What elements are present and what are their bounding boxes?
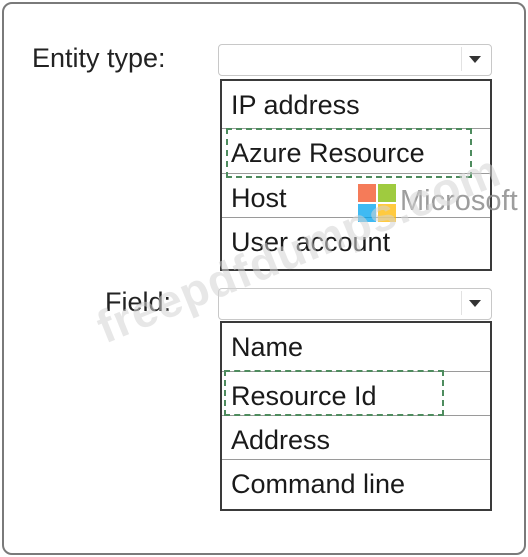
entity-type-dropdown-toggle[interactable]	[461, 47, 488, 71]
field-dropdown-toggle[interactable]	[461, 291, 488, 315]
field-option-address[interactable]: Address	[222, 415, 490, 459]
field-option-name[interactable]: Name	[222, 323, 490, 371]
entity-type-option-ip-address[interactable]: IP address	[222, 81, 490, 128]
field-options-list: Name Resource Id Address Command line	[220, 321, 492, 511]
entity-type-label: Entity type:	[32, 43, 166, 73]
chevron-down-icon	[469, 300, 481, 307]
entity-type-dropdown[interactable]	[218, 44, 492, 76]
chevron-down-icon	[469, 56, 481, 63]
field-option-command-line[interactable]: Command line	[222, 459, 490, 509]
field-option-resource-id[interactable]: Resource Id	[222, 371, 490, 415]
question-frame: Entity type: IP address Azure Resource H…	[2, 2, 526, 555]
